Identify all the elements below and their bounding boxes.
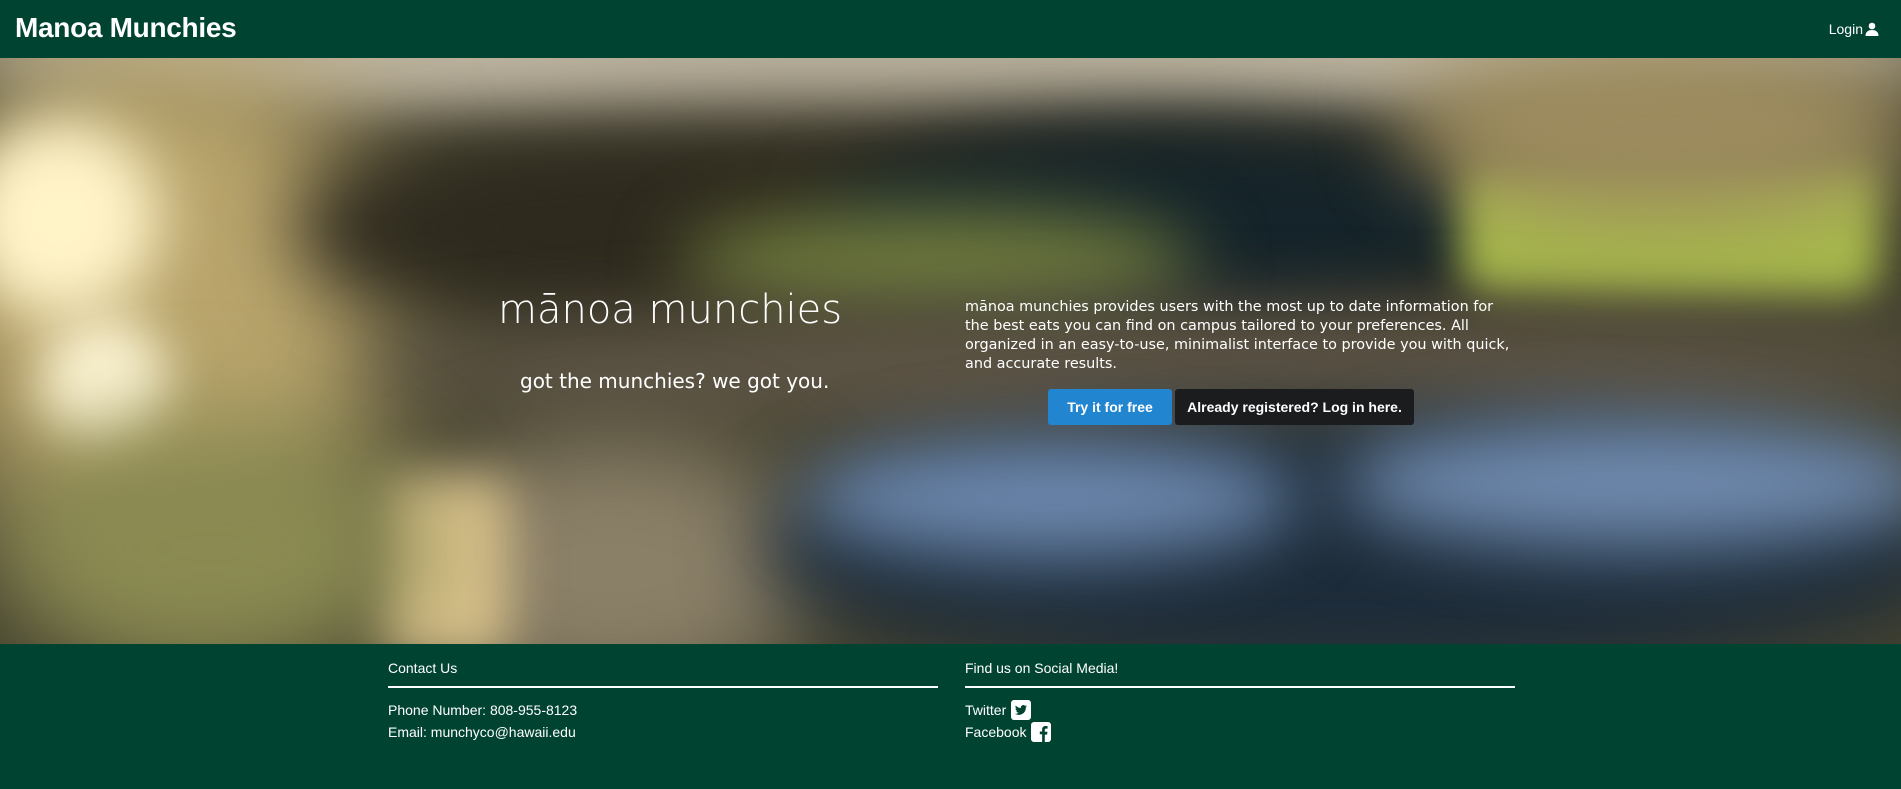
hero-content: mānoa munchies got the munchies? we got …: [0, 58, 1901, 644]
hero-title: mānoa munchies: [498, 287, 843, 333]
try-free-button[interactable]: Try it for free: [1048, 389, 1172, 425]
social-column: Find us on Social Media! Twitter Faceboo…: [965, 658, 1515, 743]
facebook-label: Facebook: [965, 724, 1027, 740]
twitter-link[interactable]: Twitter: [965, 699, 1515, 721]
footer: Contact Us Phone Number: 808-955-8123 Em…: [0, 644, 1901, 789]
hero-section: mānoa munchies got the munchies? we got …: [0, 58, 1901, 644]
twitter-label: Twitter: [965, 702, 1007, 718]
hero-description: mānoa munchies provides users with the m…: [965, 299, 1510, 372]
login-dropdown[interactable]: Login: [1829, 19, 1879, 39]
contact-column: Contact Us Phone Number: 808-955-8123 Em…: [388, 658, 938, 743]
hero-subtitle: got the munchies? we got you.: [520, 369, 830, 393]
social-heading: Find us on Social Media!: [965, 658, 1515, 688]
facebook-link[interactable]: Facebook: [965, 721, 1515, 743]
login-label: Login: [1828, 21, 1863, 37]
facebook-square-icon[interactable]: [1031, 722, 1052, 742]
twitter-square-icon[interactable]: [1011, 700, 1032, 720]
email-address: Email: munchyco@hawaii.edu: [388, 724, 576, 740]
contact-heading: Contact Us: [388, 658, 938, 688]
phone-number: Phone Number: 808-955-8123: [388, 702, 578, 718]
user-icon: [1865, 22, 1879, 36]
brand-logo-link[interactable]: Manoa Munchies: [15, 10, 237, 46]
login-here-button[interactable]: Already registered? Log in here.: [1175, 389, 1414, 425]
navbar: Manoa Munchies Login: [0, 0, 1901, 58]
